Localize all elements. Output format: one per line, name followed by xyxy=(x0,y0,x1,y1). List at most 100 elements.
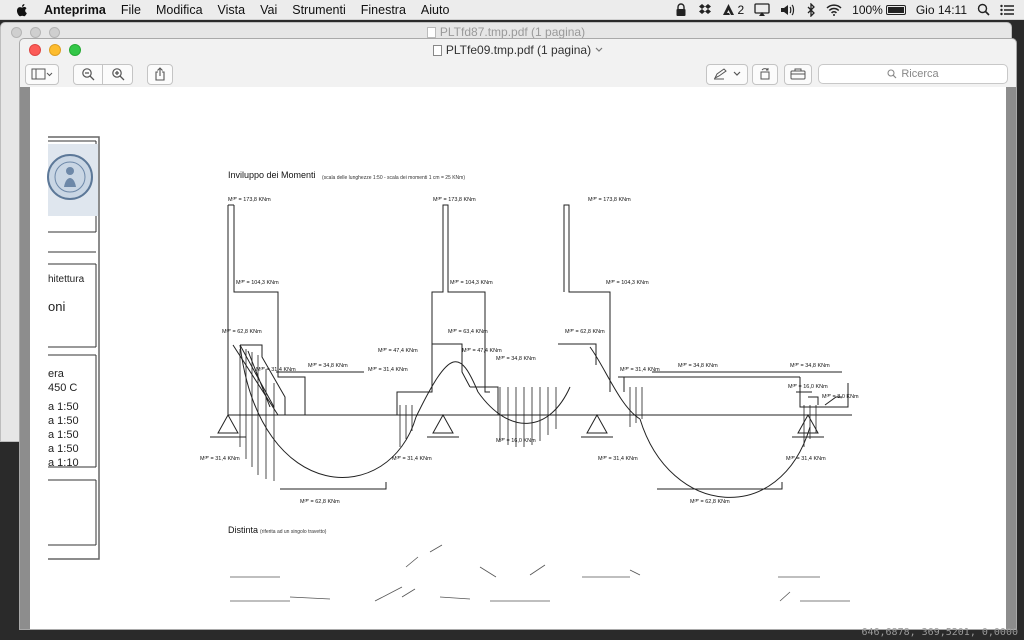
moment-label-160-1: Mᵈᴾ = 16,0 KNm xyxy=(496,437,536,444)
sidebar-icon xyxy=(31,68,53,80)
moment-label-348-2: Mᵈᴾ = 34,8 KNm xyxy=(496,355,536,362)
battery-icon xyxy=(885,4,906,15)
rebar-schedule xyxy=(230,544,850,602)
pen-icon xyxy=(713,68,727,80)
moment-label-314-1: Mᵈᴾ = 31,4 KNm xyxy=(256,366,296,373)
search-input[interactable]: Ricerca xyxy=(818,64,1008,84)
drawing-title-note: (scala delle lunghezze 1:50 - scala dei … xyxy=(322,175,465,181)
cartouche-line2: 450 C xyxy=(48,382,77,394)
moment-label-314-3: Mᵈᴾ = 31,4 KNm xyxy=(620,366,660,373)
drawing-title: Inviluppo dei Momenti xyxy=(228,170,316,180)
search-placeholder: Ricerca xyxy=(901,68,939,80)
rotate-button[interactable] xyxy=(752,63,778,85)
moment-label-314-b1: Mᵈᴾ = 31,4 KNm xyxy=(200,455,240,462)
menu-app-name[interactable]: Anteprima xyxy=(44,3,106,17)
supports xyxy=(210,413,824,438)
chevron-down-icon[interactable] xyxy=(595,47,603,53)
background-window-title: PLTfd87.tmp.pdf (1 pagina) xyxy=(439,25,586,39)
distinta-title: Distinta xyxy=(228,525,258,535)
background-minimize-button[interactable] xyxy=(30,27,41,38)
menu-edit[interactable]: Modifica xyxy=(156,3,203,17)
menu-go[interactable]: Vai xyxy=(260,3,277,17)
zoom-out-icon xyxy=(82,68,95,81)
moment-label-348-1: Mᵈᴾ = 34,8 KNm xyxy=(308,362,348,369)
window-title: PLTfe09.tmp.pdf (1 pagina) xyxy=(445,43,592,57)
moment-label-348-3: Mᵈᴾ = 34,8 KNm xyxy=(678,362,718,369)
menu-view[interactable]: Vista xyxy=(218,3,246,17)
cartouche-scale-5: a 1:10 xyxy=(48,457,79,469)
zoom-in-button[interactable] xyxy=(103,63,133,85)
battery-percent: 100% xyxy=(852,2,883,17)
moment-label-314-2: Mᵈᴾ = 31,4 KNm xyxy=(368,366,408,373)
share-icon xyxy=(155,67,165,81)
notification-badge: 2 xyxy=(737,2,745,17)
coordinate-readout: 646,6878, 369,5201, 0,0000 xyxy=(861,627,1018,638)
document-icon xyxy=(426,26,436,38)
cartouche-scale-4: a 1:50 xyxy=(48,443,79,455)
search-icon xyxy=(887,69,897,79)
cartouche-scale-1: a 1:50 xyxy=(48,401,79,413)
background-zoom-button[interactable] xyxy=(49,27,60,38)
lock-person-icon[interactable] xyxy=(674,2,688,17)
zoom-button[interactable] xyxy=(69,44,81,56)
cartouche-scale-3: a 1:50 xyxy=(48,429,79,441)
spotlight-icon[interactable] xyxy=(977,3,990,16)
moment-label-314-b3: Mᵈᴾ = 31,4 KNm xyxy=(598,455,638,462)
airplay-icon[interactable] xyxy=(754,2,770,17)
toolbar: Ricerca xyxy=(20,61,1016,87)
moment-label-628-1: Mᵈᴾ = 62,8 KNm xyxy=(222,328,262,335)
menu-help[interactable]: Aiuto xyxy=(421,3,450,17)
toolbox-icon xyxy=(790,68,806,80)
document-viewport[interactable]: hitettura oni era 450 C a 1:50 a 1:50 a … xyxy=(20,87,1016,629)
zoom-controls xyxy=(73,63,133,85)
moment-label-top-2: Mᵈᴾ = 173,8 KNm xyxy=(433,196,476,203)
moment-label-104-3: Mᵈᴾ = 104,3 KNm xyxy=(606,279,649,286)
zoom-in-icon xyxy=(111,68,124,81)
rotate-icon xyxy=(760,68,770,80)
menu-bar: Anteprima File Modifica Vista Vai Strume… xyxy=(0,0,1024,20)
structural-drawing: hitettura oni era 450 C a 1:50 a 1:50 a … xyxy=(47,136,859,602)
apple-icon[interactable] xyxy=(14,2,30,18)
cartouche-faculty: hitettura xyxy=(48,274,85,285)
moment-label-628-b1: Mᵈᴾ = 62,8 KNm xyxy=(300,498,340,505)
close-button[interactable] xyxy=(29,44,41,56)
notification-center-icon[interactable] xyxy=(1000,4,1014,16)
moment-envelope xyxy=(227,204,852,498)
volume-icon[interactable] xyxy=(780,3,796,17)
menu-window[interactable]: Finestra xyxy=(361,3,406,17)
moment-label-348-4: Mᵈᴾ = 34,8 KNm xyxy=(790,362,830,369)
menu-tools[interactable]: Strumenti xyxy=(292,3,346,17)
menu-file[interactable]: File xyxy=(121,3,141,17)
dropbox-icon[interactable] xyxy=(698,3,712,17)
moment-label-474-1: Mᵈᴾ = 47,4 KNm xyxy=(378,347,418,354)
moment-label-314-b2: Mᵈᴾ = 31,4 KNm xyxy=(392,455,432,462)
minimize-button[interactable] xyxy=(49,44,61,56)
moment-label-628-b2: Mᵈᴾ = 62,8 KNm xyxy=(690,498,730,505)
pdf-page[interactable]: hitettura oni era 450 C a 1:50 a 1:50 a … xyxy=(30,87,1006,629)
moment-label-474-2: Mᵈᴾ = 47,4 KNm xyxy=(462,347,502,354)
window-titlebar[interactable]: PLTfe09.tmp.pdf (1 pagina) xyxy=(20,39,1016,61)
background-close-button[interactable] xyxy=(11,27,22,38)
cartouche-scale-2: a 1:50 xyxy=(48,415,79,427)
moment-label-top-3: Mᵈᴾ = 173,8 KNm xyxy=(588,196,631,203)
cartouche-name: oni xyxy=(48,299,65,314)
moment-label-top-1: Mᵈᴾ = 173,8 KNm xyxy=(228,196,271,203)
adobe-icon[interactable] xyxy=(722,3,735,16)
zoom-out-button[interactable] xyxy=(73,63,103,85)
battery-status[interactable]: 100% xyxy=(852,3,906,17)
document-icon xyxy=(432,44,442,56)
markup-button[interactable] xyxy=(706,63,748,85)
wifi-icon[interactable] xyxy=(826,3,842,16)
chevron-down-icon xyxy=(733,71,741,76)
moment-label-628-2: Mᵈᴾ = 62,8 KNm xyxy=(565,328,605,335)
toolbox-button[interactable] xyxy=(784,63,812,85)
preview-window[interactable]: PLTfe09.tmp.pdf (1 pagina) Ricerca hitet… xyxy=(19,38,1017,630)
bluetooth-icon[interactable] xyxy=(806,2,816,17)
sidebar-toggle-button[interactable] xyxy=(25,63,59,85)
clock[interactable]: Gio 14:11 xyxy=(916,3,967,17)
moment-label-104-2: Mᵈᴾ = 104,3 KNm xyxy=(450,279,493,286)
moment-label-314-b4: Mᵈᴾ = 31,4 KNm xyxy=(786,455,826,462)
university-seal xyxy=(47,144,98,216)
share-button[interactable] xyxy=(147,63,173,85)
cartouche-line1: era xyxy=(48,368,65,380)
